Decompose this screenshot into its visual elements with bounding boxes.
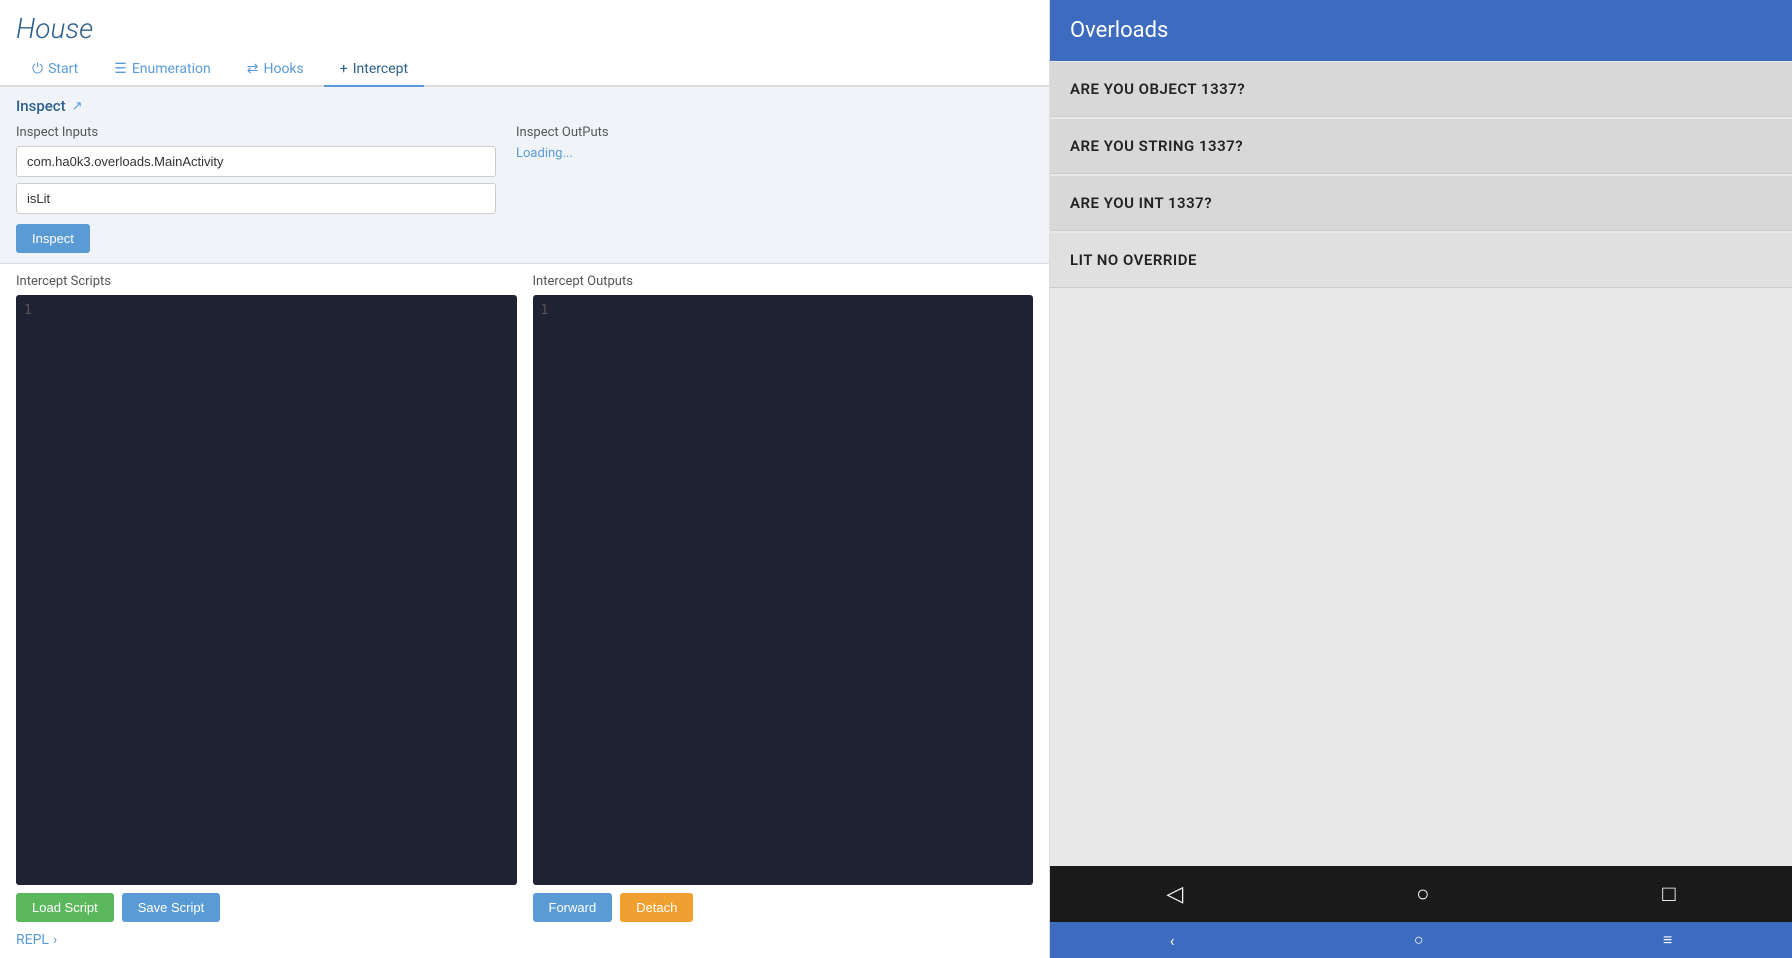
right-panel: Overloads ARE YOU OBJECT 1337? ARE YOU S… bbox=[1050, 0, 1792, 958]
android-back-icon[interactable]: ◁ bbox=[1166, 882, 1183, 907]
left-panel: House ⏻ Start ☰ Enumeration ⇄ Hooks + In… bbox=[0, 0, 1050, 958]
inspect-link-icon[interactable]: ↗ bbox=[72, 99, 83, 114]
enumeration-icon: ☰ bbox=[114, 61, 127, 77]
android-recents-icon[interactable]: □ bbox=[1662, 881, 1675, 907]
intercept-icon: + bbox=[340, 61, 348, 77]
overload-item-obj[interactable]: ARE YOU OBJECT 1337? bbox=[1050, 62, 1792, 117]
hooks-icon: ⇄ bbox=[247, 61, 259, 77]
inspect-outputs-column: Inspect OutPuts Loading... bbox=[516, 125, 1033, 253]
scripts-line-numbers: 1 bbox=[24, 303, 44, 877]
bottom-home-icon[interactable]: ○ bbox=[1414, 930, 1424, 950]
bottom-back-icon[interactable]: ‹ bbox=[1170, 931, 1175, 950]
inspect-body: Inspect Inputs Inspect Inspect OutPuts L… bbox=[16, 125, 1033, 253]
overload-item-int[interactable]: ARE YOU INT 1337? bbox=[1050, 176, 1792, 231]
repl-label: REPL bbox=[16, 932, 49, 948]
scripts-editor[interactable]: 1 bbox=[16, 295, 517, 885]
overloads-empty-space bbox=[1050, 464, 1792, 867]
overload-item-lit[interactable]: LIT NO OVERRIDE bbox=[1050, 233, 1792, 288]
tabs-bar: ⏻ Start ☰ Enumeration ⇄ Hooks + Intercep… bbox=[0, 53, 1049, 87]
tab-enumeration[interactable]: ☰ Enumeration bbox=[98, 53, 226, 87]
inspect-button[interactable]: Inspect bbox=[16, 224, 90, 253]
detach-button[interactable]: Detach bbox=[620, 893, 693, 922]
inspect-inputs-column: Inspect Inputs Inspect bbox=[16, 125, 496, 253]
method-input[interactable] bbox=[16, 183, 496, 214]
android-home-icon[interactable]: ○ bbox=[1416, 881, 1429, 907]
loading-indicator: Loading... bbox=[516, 146, 1033, 161]
repl-chevron-icon: › bbox=[53, 932, 57, 948]
bottom-menu-icon[interactable]: ≡ bbox=[1663, 930, 1672, 950]
start-icon: ⏻ bbox=[32, 61, 43, 77]
outputs-buttons: Forward Detach bbox=[533, 893, 1034, 922]
scripts-content[interactable] bbox=[44, 303, 509, 877]
inspect-inputs-label: Inspect Inputs bbox=[16, 125, 496, 140]
class-input[interactable] bbox=[16, 146, 496, 177]
forward-button[interactable]: Forward bbox=[533, 893, 613, 922]
inspect-title: Inspect bbox=[16, 97, 66, 115]
repl-link[interactable]: REPL › bbox=[16, 932, 1033, 948]
load-script-button[interactable]: Load Script bbox=[16, 893, 114, 922]
tab-start[interactable]: ⏻ Start bbox=[16, 53, 94, 87]
save-script-button[interactable]: Save Script bbox=[122, 893, 220, 922]
outputs-content[interactable] bbox=[561, 303, 1026, 877]
outputs-editor[interactable]: 1 bbox=[533, 295, 1034, 885]
inspect-header: Inspect ↗ bbox=[16, 97, 1033, 115]
tab-hooks[interactable]: ⇄ Hooks bbox=[231, 53, 320, 87]
intercept-scripts-label: Intercept Scripts bbox=[16, 274, 517, 289]
overload-item-str[interactable]: ARE YOU STRING 1337? bbox=[1050, 119, 1792, 174]
inspect-section: Inspect ↗ Inspect Inputs Inspect Inspect… bbox=[0, 87, 1049, 264]
scripts-buttons: Load Script Save Script bbox=[16, 893, 517, 922]
intercept-row: Intercept Scripts 1 Load Script Save Scr… bbox=[16, 274, 1033, 922]
intercept-scripts-col: Intercept Scripts 1 Load Script Save Scr… bbox=[16, 274, 517, 922]
android-nav-bar: ◁ ○ □ bbox=[1050, 866, 1792, 922]
intercept-outputs-label: Intercept Outputs bbox=[533, 274, 1034, 289]
tab-intercept[interactable]: + Intercept bbox=[324, 53, 424, 87]
intercept-section: Intercept Scripts 1 Load Script Save Scr… bbox=[0, 264, 1049, 958]
overloads-header: Overloads bbox=[1050, 0, 1792, 61]
outputs-line-numbers: 1 bbox=[541, 303, 561, 877]
app-title: House bbox=[0, 0, 1049, 53]
android-bottom-bar: ‹ ○ ≡ bbox=[1050, 922, 1792, 958]
overloads-list: ARE YOU OBJECT 1337? ARE YOU STRING 1337… bbox=[1050, 61, 1792, 464]
intercept-outputs-col: Intercept Outputs 1 Forward Detach bbox=[533, 274, 1034, 922]
inspect-outputs-label: Inspect OutPuts bbox=[516, 125, 1033, 140]
